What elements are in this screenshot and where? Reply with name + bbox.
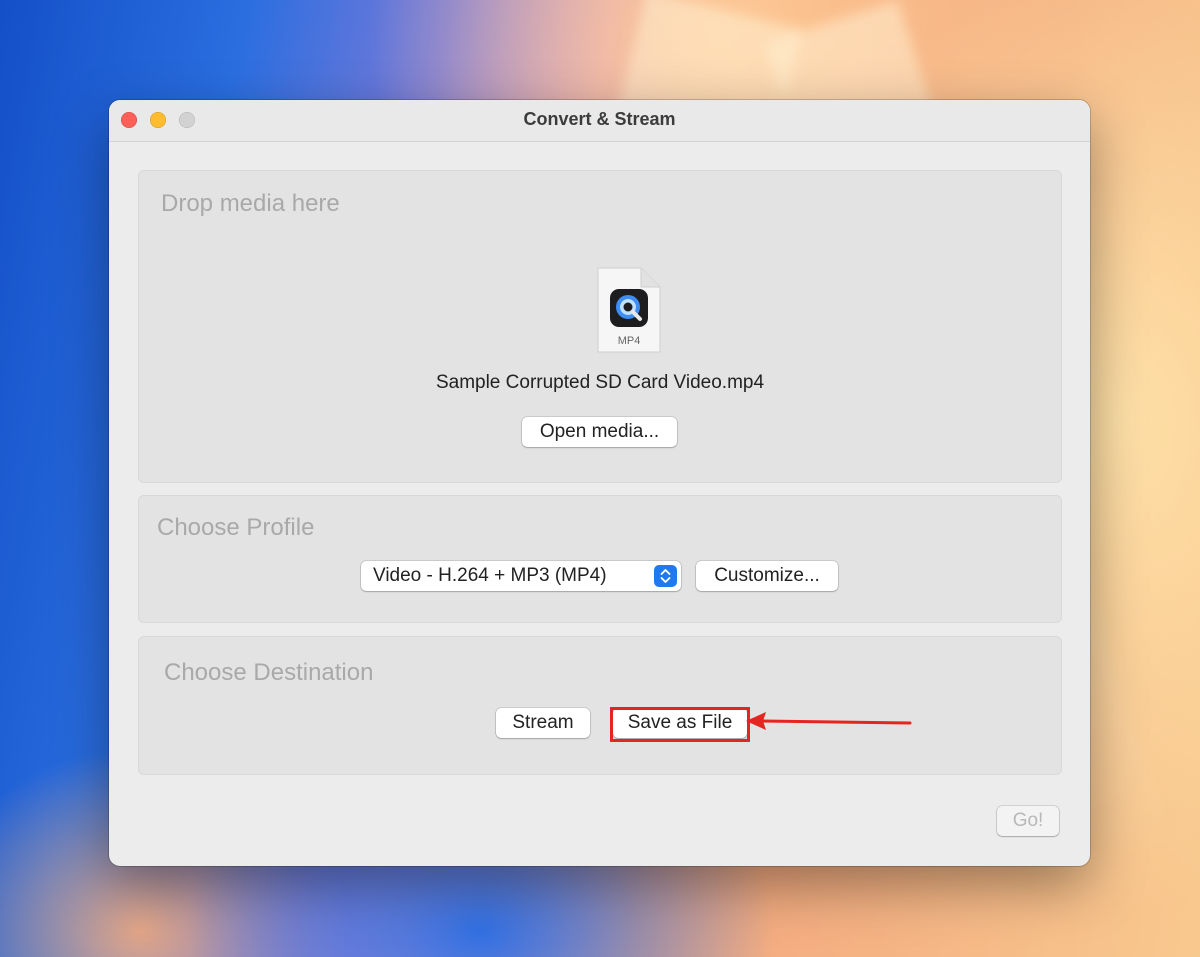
- convert-stream-window: Convert & Stream Drop media here MP4 Sam…: [109, 100, 1090, 866]
- open-media-label: Open media...: [539, 421, 660, 442]
- title-bar[interactable]: Convert & Stream: [109, 100, 1090, 142]
- media-file-name: Sample Corrupted SD Card Video.mp4: [435, 372, 765, 393]
- open-media-button[interactable]: Open media...: [522, 417, 677, 447]
- choose-destination-heading: Choose Destination: [164, 659, 374, 686]
- file-type-label: MP4: [618, 335, 641, 347]
- profile-select[interactable]: Video - H.264 + MP3 (MP4): [361, 561, 681, 591]
- window-title: Convert & Stream: [523, 109, 676, 129]
- go-label: Go!: [1012, 810, 1044, 831]
- choose-destination-panel: Choose Destination Stream Save as File: [138, 636, 1062, 775]
- customize-button[interactable]: Customize...: [696, 561, 838, 591]
- stream-label: Stream: [512, 712, 574, 733]
- drop-media-heading: Drop media here: [161, 190, 340, 217]
- chevron-up-down-icon: [654, 565, 677, 587]
- stream-button[interactable]: Stream: [496, 708, 590, 738]
- mp4-file-icon: MP4: [597, 267, 661, 353]
- customize-label: Customize...: [714, 565, 820, 586]
- drop-media-panel[interactable]: Drop media here MP4 Sample Corrupted SD …: [138, 170, 1062, 483]
- save-as-file-button[interactable]: Save as File: [613, 708, 747, 738]
- choose-profile-heading: Choose Profile: [157, 514, 315, 541]
- go-button[interactable]: Go!: [997, 806, 1059, 836]
- save-as-file-label: Save as File: [627, 712, 733, 733]
- pointer-arrow-icon: [746, 712, 912, 730]
- choose-profile-panel: Choose Profile Video - H.264 + MP3 (MP4)…: [138, 495, 1062, 623]
- selected-profile: Video - H.264 + MP3 (MP4): [373, 565, 607, 586]
